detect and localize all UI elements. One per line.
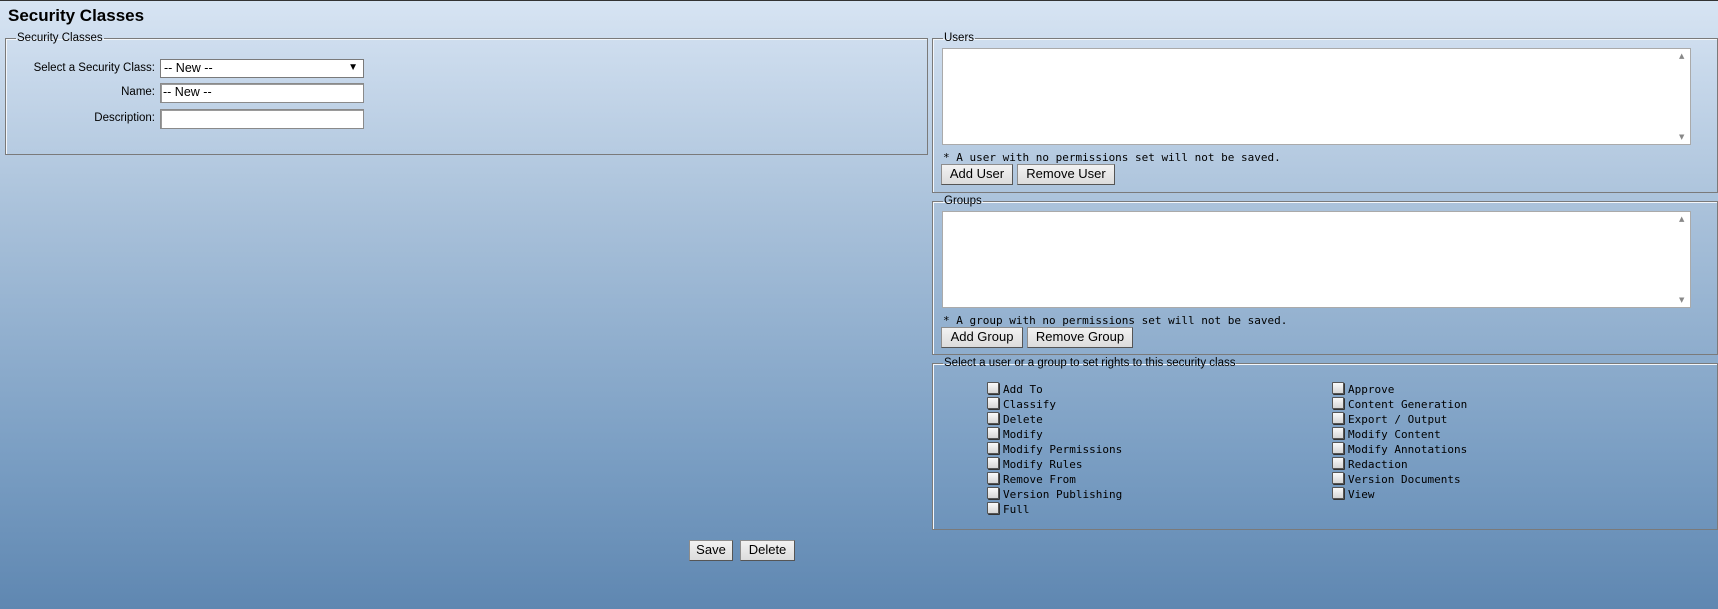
remove-user-button[interactable]: Remove User [1017,164,1115,185]
add-group-button[interactable]: Add Group [941,327,1023,348]
checkbox[interactable] [987,472,999,484]
checkbox[interactable] [1332,427,1344,439]
checkbox[interactable] [1332,442,1344,454]
checkbox[interactable] [987,457,999,469]
add-user-button[interactable]: Add User [941,164,1013,185]
security-class-select[interactable]: -- New -- ▼ [160,59,364,78]
rights-legend: Select a user or a group to set rights t… [944,357,1236,369]
checkbox[interactable] [1332,412,1344,424]
scroll-down-icon[interactable]: ▼ [1679,133,1684,141]
checkbox[interactable] [987,502,999,514]
groups-scrollbar[interactable]: ▲ ▼ [1676,212,1690,307]
checkbox[interactable] [1332,397,1344,409]
scroll-up-icon[interactable]: ▲ [1679,52,1684,60]
users-list[interactable]: ▲ ▼ [942,48,1691,145]
checkbox[interactable] [987,382,999,394]
users-legend: Users [944,32,975,44]
remove-group-button[interactable]: Remove Group [1027,327,1133,348]
checkbox[interactable] [1332,487,1344,499]
checkbox[interactable] [987,412,999,424]
checkbox[interactable] [987,427,999,439]
checkbox[interactable] [987,442,999,454]
groups-legend: Groups [944,195,982,207]
select-security-class-label: Select a Security Class: [33,62,155,74]
save-button[interactable]: Save [689,540,733,561]
users-note: * A user with no permissions set will no… [943,151,1281,164]
checkbox[interactable] [1332,382,1344,394]
checkbox[interactable] [987,487,999,499]
scroll-up-icon[interactable]: ▲ [1679,215,1684,223]
scroll-down-icon[interactable]: ▼ [1679,296,1684,304]
dropdown-arrow-icon: ▼ [348,62,358,73]
security-classes-legend: Security Classes [17,32,103,44]
description-label: Description: [94,112,155,124]
checkbox[interactable] [1332,472,1344,484]
groups-note: * A group with no permissions set will n… [943,314,1288,327]
page-title: Security Classes [8,6,145,25]
name-label: Name: [121,86,155,98]
name-field[interactable]: -- New -- [160,83,364,103]
users-scrollbar[interactable]: ▲ ▼ [1676,49,1690,144]
groups-list[interactable]: ▲ ▼ [942,211,1691,308]
description-field[interactable] [160,109,364,129]
checkbox[interactable] [1332,457,1344,469]
checkbox[interactable] [987,397,999,409]
top-border [0,0,1718,1]
delete-button[interactable]: Delete [740,540,795,561]
security-class-select-value: -- New -- [164,61,213,75]
